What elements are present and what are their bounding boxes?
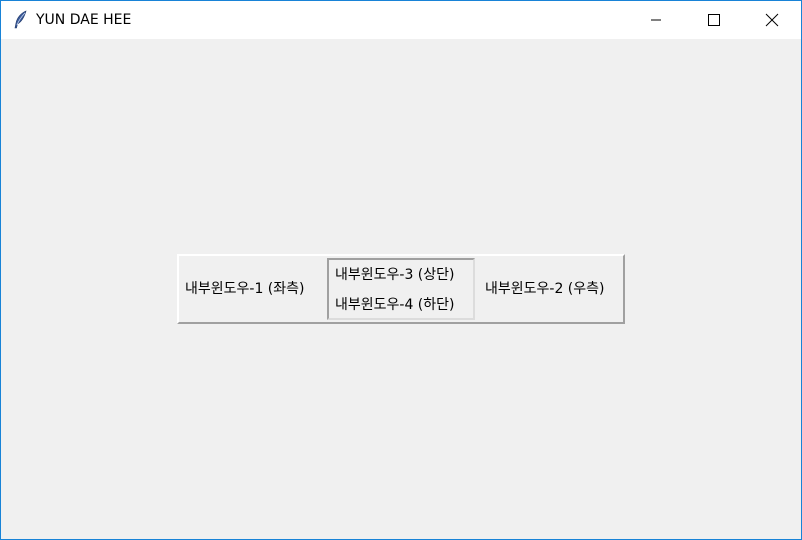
minimize-button[interactable]	[627, 1, 685, 39]
client-area: 내부윈도우-1 (좌측) 내부윈도우-3 (상단) 내부윈도우-4 (하단) 내…	[1, 39, 801, 539]
inner-paned-window: 내부윈도우-3 (상단) 내부윈도우-4 (하단)	[327, 258, 475, 320]
window-title: YUN DAE HEE	[36, 12, 132, 28]
close-button[interactable]	[743, 1, 801, 39]
maximize-icon	[708, 14, 720, 26]
outer-paned-window: 내부윈도우-1 (좌측) 내부윈도우-3 (상단) 내부윈도우-4 (하단) 내…	[177, 254, 625, 324]
close-icon	[765, 13, 779, 27]
pane-left-label: 내부윈도우-1 (좌측)	[185, 281, 305, 297]
minimize-icon	[651, 19, 661, 21]
maximize-button[interactable]	[685, 1, 743, 39]
title-bar[interactable]: YUN DAE HEE	[1, 1, 801, 39]
pane-right-label: 내부윈도우-2 (우측)	[485, 281, 605, 297]
feather-icon	[12, 10, 28, 30]
app-window: YUN DAE HEE 내부윈도우-1 (좌측) 내부윈도우-3 (상단) 내부…	[0, 0, 802, 540]
pane-bottom-label: 내부윈도우-4 (하단)	[335, 297, 455, 313]
pane-top-label: 내부윈도우-3 (상단)	[335, 267, 455, 283]
